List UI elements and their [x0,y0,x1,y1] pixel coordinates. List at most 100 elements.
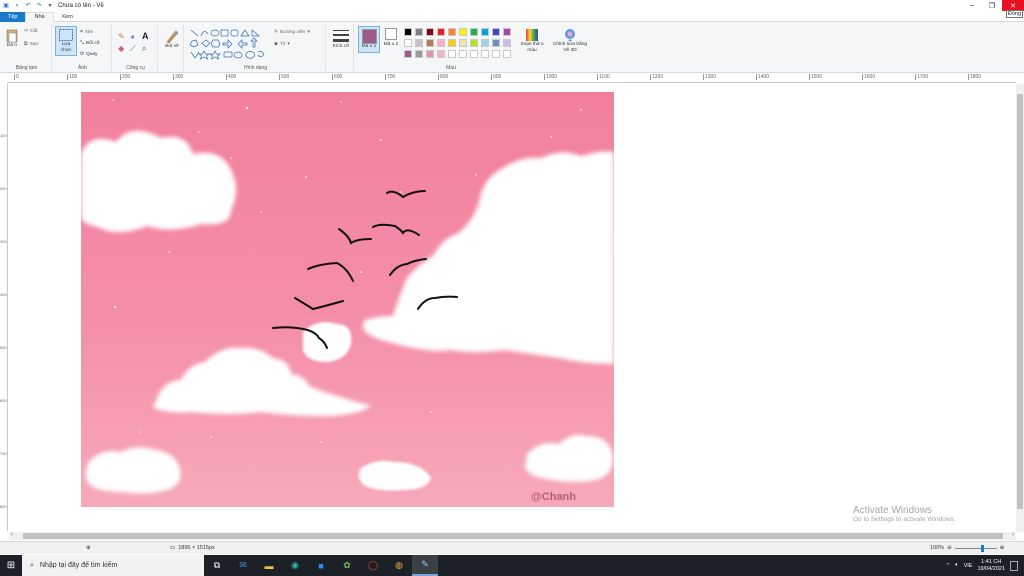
dimensions-icon: ▭ [170,545,176,551]
ruler-tick-label: 0 [14,74,19,80]
zoom-slider[interactable] [954,544,997,552]
palette-color-swatch[interactable] [404,28,412,36]
chrome-browser-icon[interactable]: ◍ [386,555,412,576]
title-bar: ▣ ▪ ↶ ↷ ▾ Chưa có tên - Vẽ – ❐ ✕ Đóng [0,0,1024,18]
opera-browser-icon[interactable]: ◯ [360,555,386,576]
taskbar-search[interactable]: ⌕ Nhập tại đây để tìm kiếm [22,555,204,576]
palette-color-swatch[interactable] [459,28,467,36]
shapes-gallery[interactable] [188,28,272,61]
redo-icon[interactable]: ↷ [35,2,43,10]
tab-view[interactable]: Xem [54,12,81,22]
save-icon[interactable]: ▪ [13,2,21,10]
paste-button[interactable]: Dá n [4,28,20,49]
eraser-icon[interactable]: ◆ [118,44,124,53]
palette-color-swatch[interactable] [426,39,434,47]
scroll-left-icon[interactable]: ‹ [11,532,13,538]
rotate-button[interactable]: ⟳ Quay [80,52,98,57]
file-explorer-icon[interactable]: ▬ [256,555,282,576]
palette-color-swatch[interactable] [437,28,445,36]
customize-qat-icon[interactable]: ▾ [46,2,54,10]
ruler-tick-label: 600 [0,398,7,403]
zoom-slider-thumb[interactable] [980,544,984,552]
palette-color-swatch[interactable] [415,28,423,36]
color2-button[interactable]: Mà u 2 [382,28,400,48]
resize-button[interactable]: ⤡ Đổi cỡ [80,40,100,47]
language-indicator[interactable]: VIE [964,563,973,569]
tab-file[interactable]: Tệp [0,11,26,22]
chevron-up-icon[interactable]: ⌃ [946,563,951,569]
paint-app-taskbar-icon[interactable]: ✎ [412,555,438,576]
fill-bucket-icon[interactable]: ◕ [130,32,135,41]
palette-color-swatch[interactable] [470,39,478,47]
scroll-right-icon[interactable]: › [1012,532,1014,538]
ruler-tick-label: 700 [0,451,7,456]
paint3d-button[interactable]: Chỉnh sửa bằng Vẽ 3D [552,28,588,53]
chevron-down-icon: ▾ [287,42,290,47]
palette-color-swatch[interactable] [415,39,423,47]
color-picker-icon[interactable]: ⟋ [130,44,136,54]
palette-color-swatch[interactable] [404,39,412,47]
vertical-scrollbar[interactable] [1016,84,1024,532]
zoom-app-icon[interactable]: ■ [308,555,334,576]
palette-color-swatch[interactable] [415,50,423,58]
edit-colors-button[interactable]: Soạn thả o màu [518,28,546,53]
text-tool-icon[interactable]: A [142,31,149,41]
copy-button[interactable]: ⧉ Sao [24,41,38,48]
restore-button[interactable]: ❐ [982,0,1002,11]
palette-color-swatch[interactable] [503,39,511,47]
palette-color-swatch[interactable] [492,28,500,36]
crop-button[interactable]: ⌗ Xén [80,29,93,36]
palette-color-swatch[interactable] [470,50,478,58]
palette-color-swatch[interactable] [470,28,478,36]
color1-button[interactable]: Mà u 1 [358,26,380,53]
notification-icon[interactable] [1010,560,1018,571]
palette-color-swatch[interactable] [503,50,511,58]
select-button[interactable]: Lựa chọn [55,26,77,56]
pencil-icon[interactable]: ✎ [118,32,125,41]
palette-color-swatch[interactable] [448,39,456,47]
palette-color-swatch[interactable] [459,39,467,47]
clock[interactable]: 1:41 CH 19/04/2021 [977,559,1005,573]
palette-color-swatch[interactable] [492,39,500,47]
green-app-icon[interactable]: ✿ [334,555,360,576]
task-view-icon[interactable]: ⧉ [204,555,230,576]
palette-color-swatch[interactable] [437,39,445,47]
cursor-position-icon: ⊕ [86,545,91,551]
zoom-in-icon[interactable]: ⊕ [1000,545,1005,551]
edge-browser-icon[interactable]: ◉ [282,555,308,576]
palette-color-swatch[interactable] [503,28,511,36]
palette-color-swatch[interactable] [492,50,500,58]
palette-color-swatch[interactable] [426,50,434,58]
palette-color-swatch[interactable] [459,50,467,58]
color1-swatch [361,29,377,44]
undo-icon[interactable]: ↶ [24,2,32,10]
minimize-button[interactable]: – [962,0,982,11]
palette-color-swatch[interactable] [481,28,489,36]
brushes-button[interactable]: Bút vẽ [162,29,182,50]
vertical-scroll-thumb[interactable] [1017,94,1023,509]
size-button[interactable]: Kích cỡ [331,28,351,50]
palette-color-swatch[interactable] [437,50,445,58]
horizontal-scrollbar[interactable]: ‹ › [9,532,1016,540]
horizontal-scroll-thumb[interactable] [23,533,1003,539]
palette-color-swatch[interactable] [426,28,434,36]
horizontal-ruler: 0 100 200 300 400 500 600 700 800 900 1000 1100 1200… [8,73,1016,83]
start-button[interactable]: ⊞ [0,555,22,576]
palette-color-swatch[interactable] [448,50,456,58]
outline-dropdown[interactable]: ✎ Đường viền ▾ [274,30,310,35]
palette-color-swatch[interactable] [481,50,489,58]
zoom-control: 100% ⊖ ⊕ [930,544,1005,552]
palette-color-swatch[interactable] [481,39,489,47]
magnifier-icon[interactable]: ⌕ [142,44,146,54]
palette-color-swatch[interactable] [404,50,412,58]
palette-color-swatch[interactable] [448,28,456,36]
chevron-down-icon: ▾ [307,30,310,35]
drawing-canvas[interactable]: @Chanh [81,92,614,507]
cut-button[interactable]: ✂ Cắt [24,29,38,34]
zoom-out-icon[interactable]: ⊖ [947,545,952,551]
line-thickness-icon [333,30,349,42]
volume-icon[interactable]: 🔈︎ [955,562,958,569]
tab-home[interactable]: Nhà [25,11,54,22]
fill-dropdown[interactable]: ◆ Tô ▾ [274,42,290,47]
mail-icon[interactable]: ✉ [230,555,256,576]
